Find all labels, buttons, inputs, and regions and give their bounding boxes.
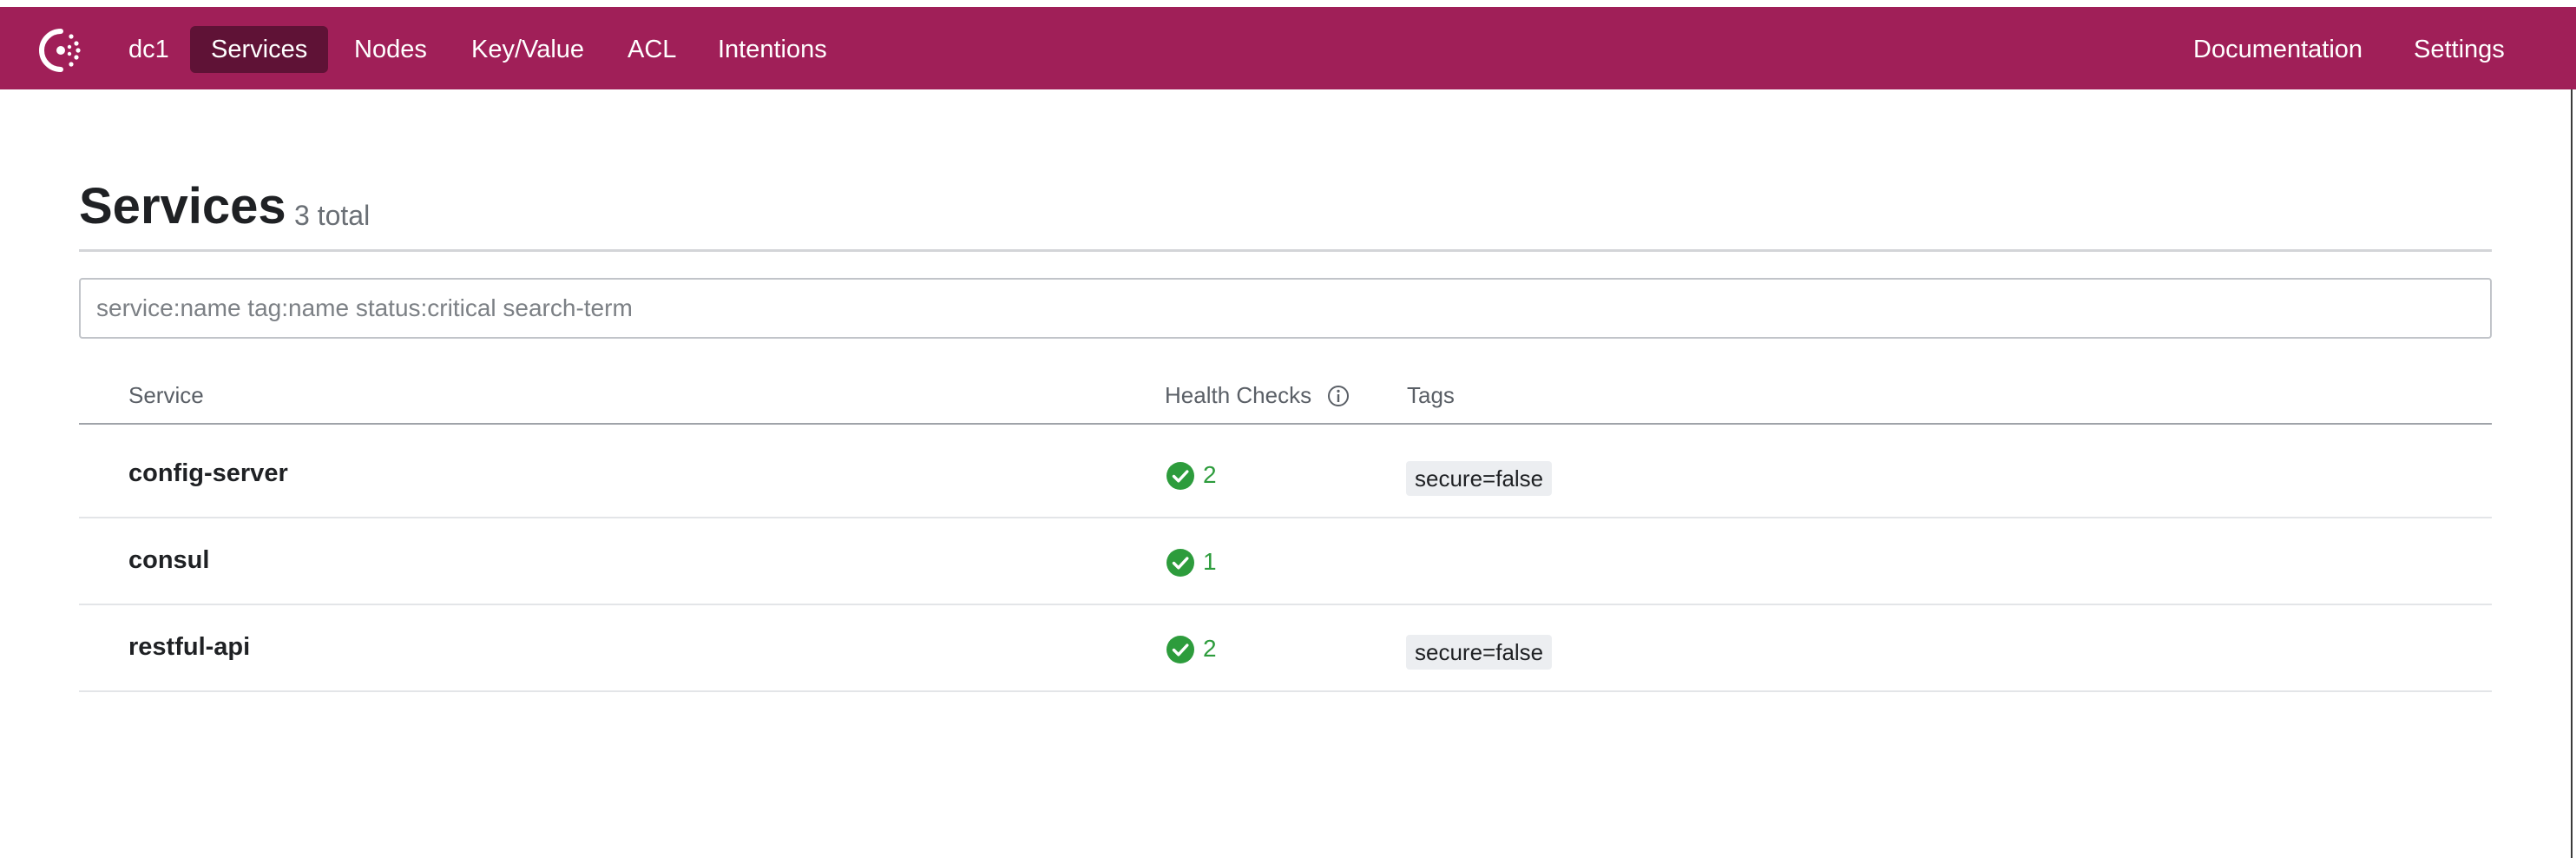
window-edge-divider [2571, 89, 2573, 858]
passing-check-icon [1166, 549, 1194, 577]
info-icon[interactable] [1326, 384, 1350, 408]
passing-check-icon [1166, 636, 1194, 663]
column-header-service[interactable]: Service [128, 382, 204, 409]
consul-logo-icon[interactable] [35, 24, 87, 76]
health-check-count: 1 [1203, 548, 1217, 575]
search-input[interactable] [79, 278, 2492, 339]
nav-item-intentions[interactable]: Intentions [697, 26, 848, 73]
table-row[interactable]: consul 1 [79, 518, 2492, 605]
health-check-count: 2 [1203, 635, 1217, 662]
nav-item-acl[interactable]: ACL [607, 26, 697, 73]
service-name-link[interactable]: restful-api [128, 633, 250, 662]
column-header-tags: Tags [1407, 382, 1455, 408]
table-header-divider [79, 423, 2492, 425]
nav-item-key-value[interactable]: Key/Value [450, 26, 605, 73]
service-name-link[interactable]: consul [128, 546, 209, 575]
datacenter-selector[interactable]: dc1 [108, 26, 190, 73]
table-row[interactable]: config-server 2 secure=false [79, 432, 2492, 518]
column-header-health-checks: Health Checks [1165, 382, 1312, 408]
nav-item-nodes[interactable]: Nodes [333, 26, 448, 73]
service-tag: secure=false [1406, 461, 1553, 496]
title-divider [79, 249, 2492, 252]
top-navigation-bar: dc1 Services Nodes Key/Value ACL Intenti… [0, 7, 2576, 89]
service-tag: secure=false [1406, 635, 1553, 670]
nav-item-settings[interactable]: Settings [2393, 26, 2526, 73]
nav-item-services[interactable]: Services [190, 26, 329, 73]
service-name-link[interactable]: config-server [128, 459, 288, 488]
nav-item-documentation[interactable]: Documentation [2172, 26, 2383, 73]
page-title: Services [79, 178, 286, 234]
table-row[interactable]: restful-api 2 secure=false [79, 605, 2492, 692]
health-check-count: 2 [1203, 461, 1217, 488]
passing-check-icon [1166, 462, 1194, 490]
service-count: 3 total [294, 200, 371, 231]
